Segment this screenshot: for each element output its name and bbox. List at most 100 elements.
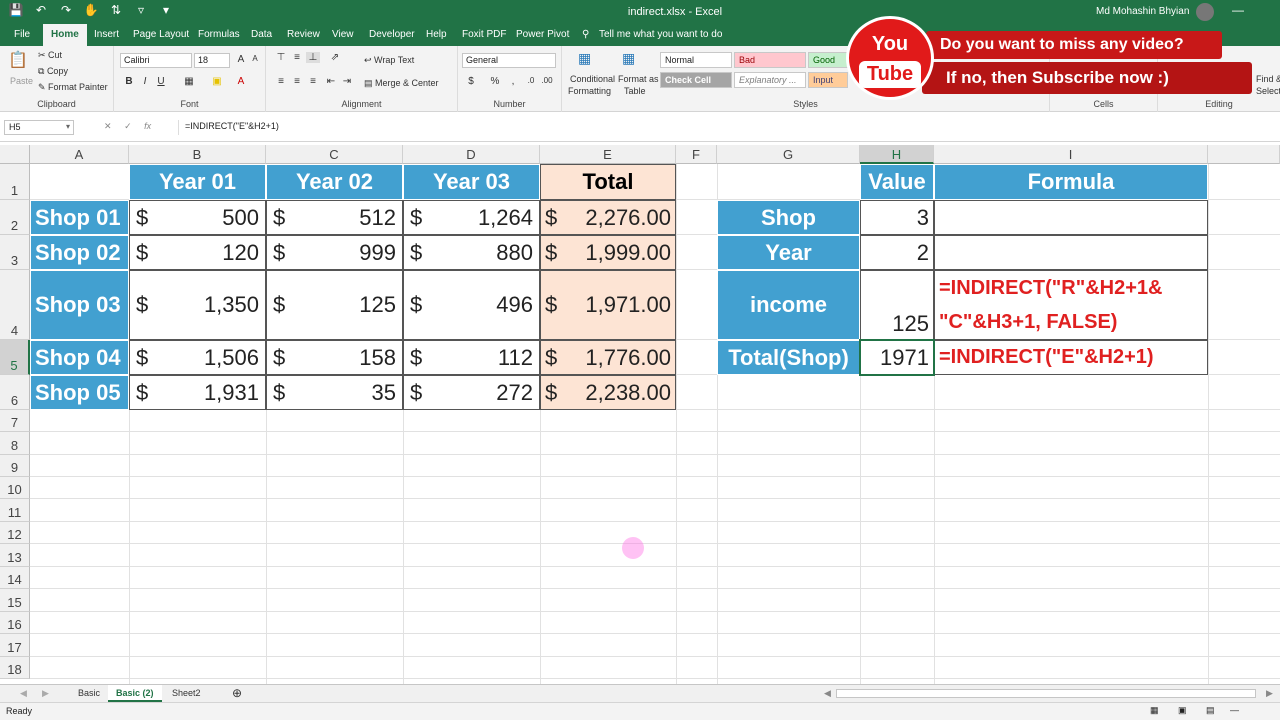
borders-icon[interactable]: ▦: [182, 76, 196, 87]
total-cell[interactable]: $2,276.00: [540, 200, 676, 235]
row-header-1[interactable]: 1: [0, 164, 30, 200]
column-header-b[interactable]: B: [129, 145, 266, 164]
select-all-corner[interactable]: [0, 145, 30, 164]
enter-icon[interactable]: ✓: [124, 121, 132, 131]
format-as-table-icon[interactable]: ▦: [622, 50, 635, 67]
year-header[interactable]: Year 01: [129, 164, 266, 200]
lookup-value[interactable]: 125: [860, 270, 934, 340]
sheet-tab-basic[interactable]: Basic: [70, 685, 108, 702]
orientation-icon[interactable]: ⇗: [328, 52, 342, 63]
name-box-dropdown-icon[interactable]: ▾: [66, 122, 70, 131]
align-left-icon[interactable]: ≡: [274, 76, 288, 87]
page-break-view-icon[interactable]: ▤: [1206, 705, 1215, 716]
row-header-8[interactable]: 8: [0, 432, 30, 455]
formula-cell[interactable]: =INDIRECT("R"&H2+1& "C"&H3+1, FALSE): [934, 270, 1208, 340]
style-good[interactable]: Good: [808, 52, 848, 68]
align-middle-icon[interactable]: ≡: [290, 52, 304, 63]
format-as-table-button[interactable]: Table: [624, 86, 646, 96]
total-cell[interactable]: $1,776.00: [540, 340, 676, 375]
conditional-formatting-icon[interactable]: ▦: [578, 50, 591, 67]
year-header[interactable]: Year 02: [266, 164, 403, 200]
select-label[interactable]: Select: [1256, 86, 1280, 96]
scroll-sheets-left-icon[interactable]: ◀: [12, 685, 35, 702]
value-cell[interactable]: $1,506: [129, 340, 266, 375]
tab-file[interactable]: File: [14, 29, 30, 40]
cancel-icon[interactable]: ✕: [104, 121, 112, 131]
accounting-format-icon[interactable]: $: [464, 76, 478, 87]
font-name-combo[interactable]: Calibri: [120, 53, 192, 68]
page-layout-view-icon[interactable]: ▣: [1178, 705, 1187, 716]
row-header-9[interactable]: 9: [0, 455, 30, 477]
tab-review[interactable]: Review: [287, 29, 320, 40]
merge-center-button[interactable]: ▤ Merge & Center: [364, 78, 439, 89]
column-header-h[interactable]: H: [860, 145, 934, 164]
year-header[interactable]: Year 03: [403, 164, 540, 200]
cut-button[interactable]: ✂ Cut: [38, 50, 62, 61]
scroll-sheets-right-icon[interactable]: ▶: [34, 685, 57, 702]
column-header-i[interactable]: I: [934, 145, 1208, 164]
value-cell[interactable]: $125: [266, 270, 403, 340]
worksheet-grid[interactable]: A B C D E F G H I 1 2 3 4 5 6 7 8 9 10 11 12 13 14 15 16 17 18 Year…: [0, 145, 1280, 685]
column-header-a[interactable]: A: [30, 145, 129, 164]
column-header-d[interactable]: D: [403, 145, 540, 164]
formula-header[interactable]: Formula: [934, 164, 1208, 200]
zoom-out-icon[interactable]: —: [1230, 705, 1239, 715]
insert-function-icon[interactable]: fx: [144, 121, 151, 131]
tab-developer[interactable]: Developer: [369, 29, 415, 40]
lookup-value[interactable]: 2: [860, 235, 934, 270]
column-header-c[interactable]: C: [266, 145, 403, 164]
tab-help[interactable]: Help: [426, 29, 447, 40]
shop-label[interactable]: Shop 03: [30, 270, 129, 340]
value-cell[interactable]: $35: [266, 375, 403, 410]
tab-insert[interactable]: Insert: [94, 29, 119, 40]
decrease-decimal-icon[interactable]: .00: [540, 76, 554, 85]
align-right-icon[interactable]: ≡: [306, 76, 320, 87]
shop-label[interactable]: Shop 05: [30, 375, 129, 410]
row-header-6[interactable]: 6: [0, 375, 30, 410]
value-cell[interactable]: $512: [266, 200, 403, 235]
align-bottom-icon[interactable]: ⊥: [306, 52, 320, 63]
row-header-15[interactable]: 15: [0, 589, 30, 612]
formula-cell[interactable]: =INDIRECT("E"&H2+1): [934, 340, 1208, 375]
decrease-font-icon[interactable]: A: [248, 54, 262, 63]
value-header[interactable]: Value: [860, 164, 934, 200]
value-cell[interactable]: $120: [129, 235, 266, 270]
new-sheet-icon[interactable]: ⊕: [224, 685, 250, 702]
copy-button[interactable]: ⧉ Copy: [38, 66, 68, 77]
tab-page-layout[interactable]: Page Layout: [133, 29, 189, 40]
minimize-icon[interactable]: —: [1232, 3, 1244, 17]
column-header-empty[interactable]: [1208, 145, 1280, 164]
decrease-indent-icon[interactable]: ⇤: [324, 76, 338, 87]
total-cell[interactable]: $2,238.00: [540, 375, 676, 410]
row-header-4[interactable]: 4: [0, 270, 30, 340]
row-header-10[interactable]: 10: [0, 477, 30, 499]
shop-label[interactable]: Shop 02: [30, 235, 129, 270]
percent-style-icon[interactable]: %: [488, 76, 502, 87]
tab-home[interactable]: Home: [43, 24, 87, 46]
hscroll-right-icon[interactable]: ▶: [1258, 685, 1280, 702]
number-format-combo[interactable]: General: [462, 53, 556, 68]
shop-label[interactable]: Shop 01: [30, 200, 129, 235]
lookup-label[interactable]: Shop: [717, 200, 860, 235]
comma-style-icon[interactable]: ,: [506, 76, 520, 87]
row-header-11[interactable]: 11: [0, 499, 30, 522]
fill-color-icon[interactable]: ▣: [210, 76, 224, 87]
conditional-label[interactable]: Conditional: [570, 74, 615, 84]
sheet-tab-basic-2[interactable]: Basic (2): [108, 685, 162, 702]
find-select-button[interactable]: Find &: [1256, 74, 1280, 84]
tab-power-pivot[interactable]: Power Pivot: [516, 29, 569, 40]
total-header[interactable]: Total: [540, 164, 676, 200]
lookup-label[interactable]: Total(Shop): [717, 340, 860, 375]
format-painter-button[interactable]: ✎ Format Painter: [38, 82, 108, 93]
lookup-label[interactable]: Year: [717, 235, 860, 270]
bold-icon[interactable]: B: [122, 76, 136, 87]
total-cell[interactable]: $1,999.00: [540, 235, 676, 270]
conditional-formatting-button[interactable]: Formatting: [568, 86, 611, 96]
horizontal-scrollbar[interactable]: [836, 689, 1256, 698]
name-box[interactable]: H5: [4, 120, 74, 135]
font-color-icon[interactable]: A: [234, 76, 248, 87]
underline-icon[interactable]: U: [154, 76, 168, 87]
tab-foxit-pdf[interactable]: Foxit PDF: [462, 29, 506, 40]
column-header-f[interactable]: F: [676, 145, 717, 164]
total-cell[interactable]: $1,971.00: [540, 270, 676, 340]
